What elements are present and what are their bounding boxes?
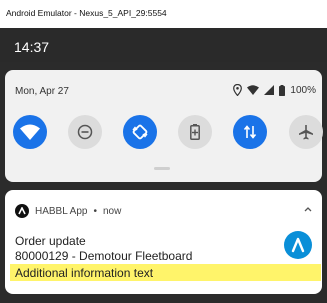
battery-icon <box>279 84 286 96</box>
mobile-data-icon <box>243 124 257 140</box>
app-name: HABBL App <box>35 205 88 217</box>
tile-mobile-data[interactable] <box>233 115 267 149</box>
tile-auto-rotate[interactable] <box>123 115 157 149</box>
location-icon <box>233 84 243 96</box>
tile-airplane-mode[interactable] <box>289 115 323 149</box>
notification-large-icon <box>284 231 312 259</box>
wifi-signal-icon <box>247 85 260 95</box>
status-bar: 14:37 <box>0 28 327 62</box>
notification-title: Order update <box>15 234 86 248</box>
tile-do-not-disturb[interactable] <box>68 115 102 149</box>
notification-card[interactable]: HABBL App • now Order update 80000129 - … <box>5 190 322 294</box>
quick-settings-panel: Mon, Apr 27 100% <box>5 70 323 182</box>
do-not-disturb-icon <box>77 124 93 140</box>
additional-information-text: Additional information text <box>10 264 321 281</box>
habbl-app-icon <box>15 204 29 218</box>
quick-settings-tiles <box>13 115 323 149</box>
auto-rotate-icon <box>131 123 149 141</box>
notification-header: HABBL App • now <box>15 204 121 218</box>
airplane-icon <box>298 124 314 140</box>
battery-percent: 100% <box>290 84 316 96</box>
notification-time: now <box>102 205 122 217</box>
wifi-icon <box>20 124 40 140</box>
clock: 14:37 <box>14 39 50 55</box>
tile-battery-saver[interactable] <box>178 115 212 149</box>
date-label[interactable]: Mon, Apr 27 <box>15 86 69 97</box>
chevron-up-icon[interactable] <box>304 204 312 215</box>
battery-saver-icon <box>190 124 200 140</box>
emulator-window-title: Android Emulator - Nexus_5_API_29:5554 <box>0 0 327 28</box>
quick-settings-drag-handle[interactable] <box>154 167 170 170</box>
notification-text: 80000129 - Demotour Fleetboard <box>15 249 193 263</box>
tile-wifi[interactable] <box>13 115 47 149</box>
cellular-signal-icon <box>264 85 275 95</box>
header-separator: • <box>93 205 97 217</box>
status-icons: 100% <box>233 84 316 96</box>
